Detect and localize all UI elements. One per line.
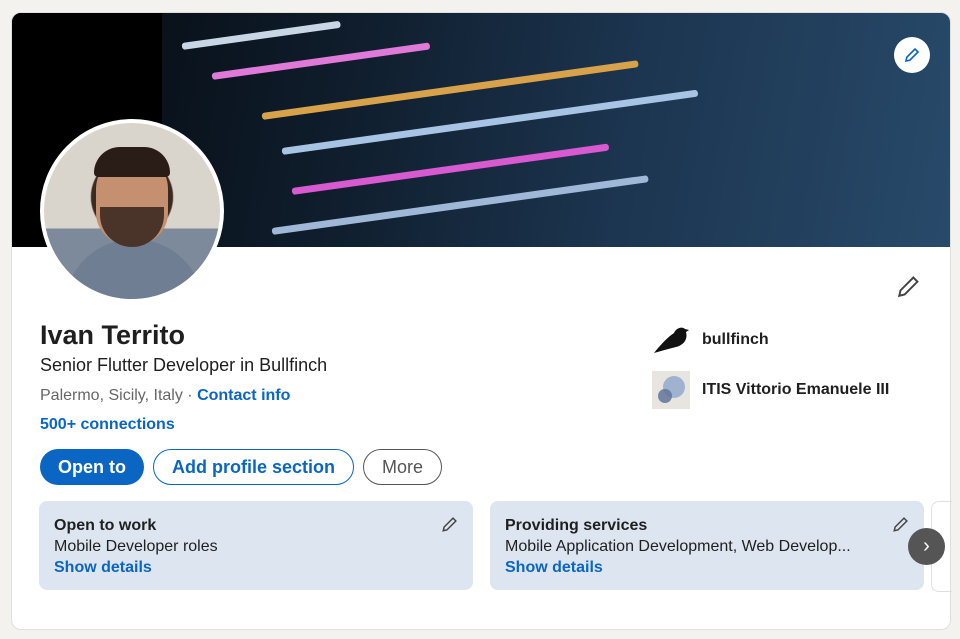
edit-open-to-work-button[interactable] bbox=[441, 515, 459, 538]
show-details-link[interactable]: Show details bbox=[505, 559, 909, 577]
panel-description: Mobile Application Development, Web Deve… bbox=[505, 538, 851, 555]
show-details-link[interactable]: Show details bbox=[54, 559, 458, 577]
panel-title: Providing services bbox=[505, 517, 648, 534]
org-name: bullfinch bbox=[702, 331, 769, 348]
edit-intro-button[interactable] bbox=[896, 273, 922, 304]
contact-info-link[interactable]: Contact info bbox=[197, 387, 290, 404]
profile-location-row: Palermo, Sicily, Italy · Contact info bbox=[40, 387, 290, 405]
avatar[interactable] bbox=[40, 119, 224, 303]
separator: · bbox=[182, 387, 198, 404]
banner-code-decoration bbox=[211, 42, 431, 80]
open-to-work-panel: Open to work Mobile Developer roles Show… bbox=[39, 501, 473, 590]
banner-code-decoration bbox=[281, 89, 699, 155]
edit-services-button[interactable] bbox=[892, 515, 910, 538]
pencil-icon bbox=[904, 47, 920, 63]
org-item-school[interactable]: ITIS Vittorio Emanuele III bbox=[652, 371, 889, 409]
profile-name: Ivan Territo bbox=[40, 320, 186, 350]
pencil-icon bbox=[897, 276, 919, 298]
avatar-decoration bbox=[100, 207, 164, 247]
school-logo-icon bbox=[652, 371, 690, 409]
org-item-bullfinch[interactable]: bullfinch bbox=[652, 321, 889, 359]
add-profile-section-button[interactable]: Add profile section bbox=[153, 449, 355, 485]
bird-logo-icon bbox=[652, 321, 690, 359]
profile-actions: Open to Add profile section More bbox=[40, 449, 443, 485]
providing-services-panel: Providing services Mobile Application De… bbox=[490, 501, 924, 590]
banner-code-decoration bbox=[181, 20, 341, 50]
pencil-icon bbox=[442, 517, 457, 532]
open-to-button[interactable]: Open to bbox=[40, 449, 144, 485]
organizations-list: bullfinch ITIS Vittorio Emanuele III bbox=[652, 321, 889, 421]
pencil-icon bbox=[893, 517, 908, 532]
profile-headline: Senior Flutter Developer in Bullfinch bbox=[40, 355, 328, 375]
avatar-decoration bbox=[64, 239, 204, 299]
chevron-right-icon: › bbox=[923, 535, 930, 557]
connections-link[interactable]: 500+ connections bbox=[40, 416, 175, 434]
org-name: ITIS Vittorio Emanuele III bbox=[702, 381, 890, 398]
avatar-decoration bbox=[94, 147, 170, 177]
more-button[interactable]: More bbox=[363, 449, 443, 485]
panel-description: Mobile Developer roles bbox=[54, 538, 218, 555]
carousel-next-button[interactable]: › bbox=[908, 528, 945, 565]
profile-location: Palermo, Sicily, Italy bbox=[40, 387, 183, 404]
panel-title: Open to work bbox=[54, 517, 157, 534]
edit-banner-button[interactable] bbox=[894, 37, 930, 73]
